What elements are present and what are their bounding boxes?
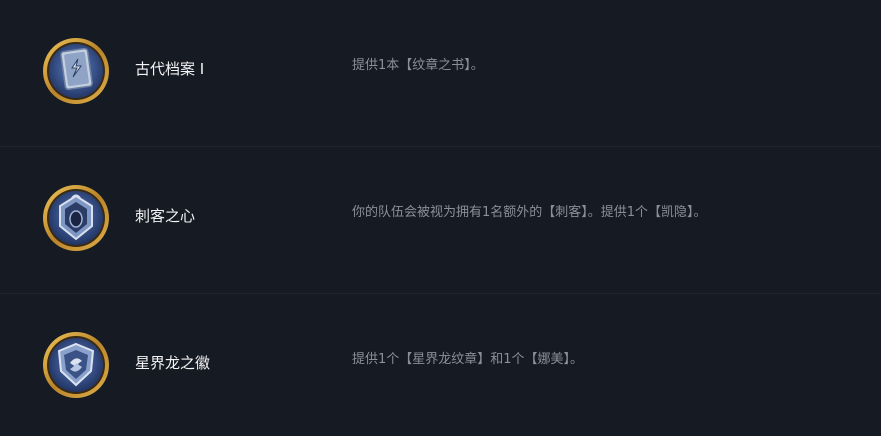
augment-description: 你的队伍会被视为拥有1名额外的【刺客】。提供1个【凯隐】。 [352,205,707,220]
augment-row-assassin-heart[interactable]: 刺客之心 你的队伍会被视为拥有1名额外的【刺客】。提供1个【凯隐】。 [0,147,881,294]
book-icon [43,38,109,104]
augment-description: 提供1本【纹章之书】。 [352,58,484,73]
augment-row-ancient-archives[interactable]: 古代档案 I 提供1本【纹章之书】。 [0,0,881,147]
augment-row-astral-crest[interactable]: 星界龙之徽 提供1个【星界龙纹章】和1个【娜美】。 [0,294,881,436]
augment-name: 古代档案 I [135,60,205,78]
assassin-crest-icon [43,185,109,251]
augment-description: 提供1个【星界龙纹章】和1个【娜美】。 [352,352,584,367]
augment-name: 星界龙之徽 [135,354,211,372]
augment-name: 刺客之心 [135,207,196,225]
astral-crest-icon [43,332,109,398]
augment-list: 古代档案 I 提供1本【纹章之书】。 刺客之心 你的队伍会被视为拥有1名额外的【… [0,0,881,436]
